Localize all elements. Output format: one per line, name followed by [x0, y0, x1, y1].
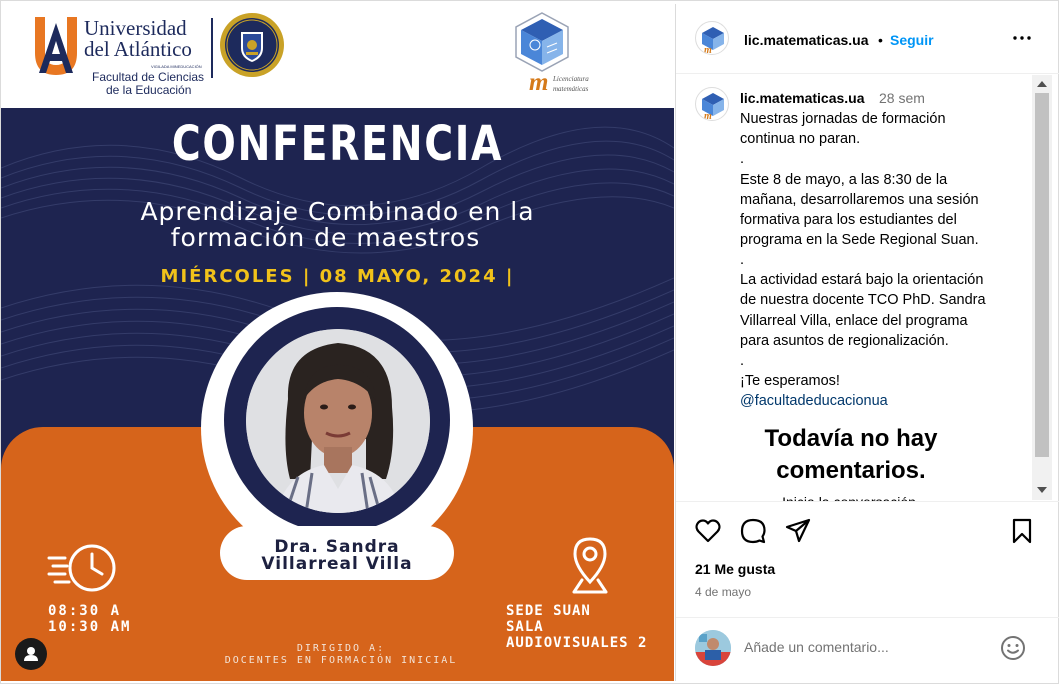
caption-line: para asuntos de regionalización. [740, 333, 949, 349]
add-comment-bar [676, 617, 1059, 681]
likes-count[interactable]: 21 Me gusta [695, 560, 775, 578]
university-vig: VIGILADA MINEDUCACIÓN [151, 64, 202, 69]
event-time-line2: 10:30 AM [48, 619, 132, 635]
caption-line: mañana, desarrollaremos una sesión [740, 192, 979, 208]
svg-text:m: m [704, 111, 712, 121]
caption-author-avatar[interactable]: m [695, 87, 729, 121]
program-name-line1: Licenciatura [553, 75, 589, 83]
poster-subtitle-line2: formación de maestros [170, 223, 481, 252]
caption-line: . [740, 252, 745, 268]
speaker-name-line2: Villarreal Villa [261, 554, 413, 574]
university-name-line1: Universidad [84, 16, 187, 40]
audience-value: DOCENTES EN FORMACIÓN INICIAL [224, 655, 458, 666]
no-comments-heading-line2: comentarios. [776, 457, 926, 484]
tagged-users-button[interactable] [15, 638, 47, 670]
current-user-avatar [695, 630, 731, 666]
scrollbar-thumb[interactable] [1035, 93, 1049, 457]
svg-text:m: m [704, 45, 712, 55]
caption-line: Este 8 de mayo, a las 8:30 de la [740, 172, 948, 188]
program-logo-icon [515, 12, 569, 72]
caption-line: La actividad estará bajo la orientación [740, 272, 984, 288]
scroll-down-arrow-icon[interactable] [1032, 483, 1052, 497]
bookmark-icon[interactable] [1008, 517, 1036, 545]
follow-button[interactable]: Seguir [890, 31, 934, 49]
caption-line: . [740, 353, 745, 369]
program-logo-letter: m [529, 69, 549, 96]
caption-line: formativa para los estudiantes del [740, 212, 957, 228]
clock-icon [47, 544, 116, 592]
logo-divider [211, 18, 213, 78]
author-avatar[interactable]: m [695, 21, 729, 55]
caption-line: Villarreal Villa, enlace del programa [740, 313, 968, 329]
post-header: m lic.matematicas.ua • Seguir [676, 4, 1059, 74]
institution-seal-icon [220, 13, 284, 77]
no-comments-heading-line1: Todavía no hay [764, 425, 938, 452]
event-location-line2: SALA [506, 619, 544, 635]
more-horizontal-icon[interactable] [1010, 26, 1034, 50]
post-image[interactable]: Universidad del Atlántico VIGILADA MINED… [1, 4, 674, 681]
comment-icon[interactable] [739, 517, 767, 545]
faculty-name-line2: de la Educación [106, 83, 192, 97]
location-pin-icon [572, 537, 608, 594]
caption-line: programa en la Sede Regional Suan. [740, 232, 979, 248]
event-location-line3: AUDIOVISUALES 2 [506, 635, 648, 651]
program-name-line2: matemáticas [553, 85, 589, 93]
caption-line: . [740, 151, 745, 167]
post-actions: 21 Me gusta 4 de mayo [676, 501, 1059, 617]
emoji-icon[interactable] [999, 634, 1027, 662]
heart-icon[interactable] [694, 517, 722, 545]
caption-comments-area[interactable]: m lic.matematicas.ua 28 sem Nuestras jor… [676, 75, 1032, 501]
poster-date: MIÉRCOLES | 08 MAYO, 2024 | [160, 266, 515, 287]
poster-subtitle-line1: Aprendizaje Combinado en la [140, 197, 535, 226]
university-logo-icon [35, 17, 77, 75]
program-logo-icon: m [702, 93, 724, 121]
start-conversation-text: Inicia la conversación. [676, 493, 1026, 501]
caption-line: de nuestra docente TCO PhD. Sandra [740, 292, 986, 308]
separator-dot: • [878, 32, 883, 48]
caption-line: continua no paran. [740, 131, 861, 147]
program-logo-icon: m [702, 27, 724, 55]
caption-author-username[interactable]: lic.matematicas.ua [740, 89, 865, 107]
share-icon[interactable] [784, 517, 812, 545]
post-side-panel: m lic.matematicas.ua • Seguir m lic.mate… [675, 4, 1059, 681]
caption-line: Nuestras jornadas de formación [740, 111, 946, 127]
author-username[interactable]: lic.matematicas.ua [744, 31, 869, 49]
post-date[interactable]: 4 de mayo [695, 584, 751, 600]
speaker-photo [246, 329, 430, 513]
poster-title: CONFERENCIA [171, 116, 504, 172]
event-time-line1: 08:30 A [48, 603, 122, 619]
user-icon [24, 647, 38, 661]
caption-time-ago[interactable]: 28 sem [879, 89, 925, 107]
caption-line: ¡Te esperamos! [740, 373, 840, 389]
comment-input[interactable] [744, 636, 984, 658]
scroll-up-arrow-icon[interactable] [1032, 77, 1052, 91]
caption-scrollbar[interactable] [1032, 75, 1052, 500]
audience-label: DIRIGIDO A: [296, 643, 386, 654]
caption-mention-link[interactable]: @facultadeducacionua [740, 391, 888, 411]
university-name-line2: del Atlántico [84, 37, 192, 61]
event-location-line1: SEDE SUAN [506, 603, 591, 619]
